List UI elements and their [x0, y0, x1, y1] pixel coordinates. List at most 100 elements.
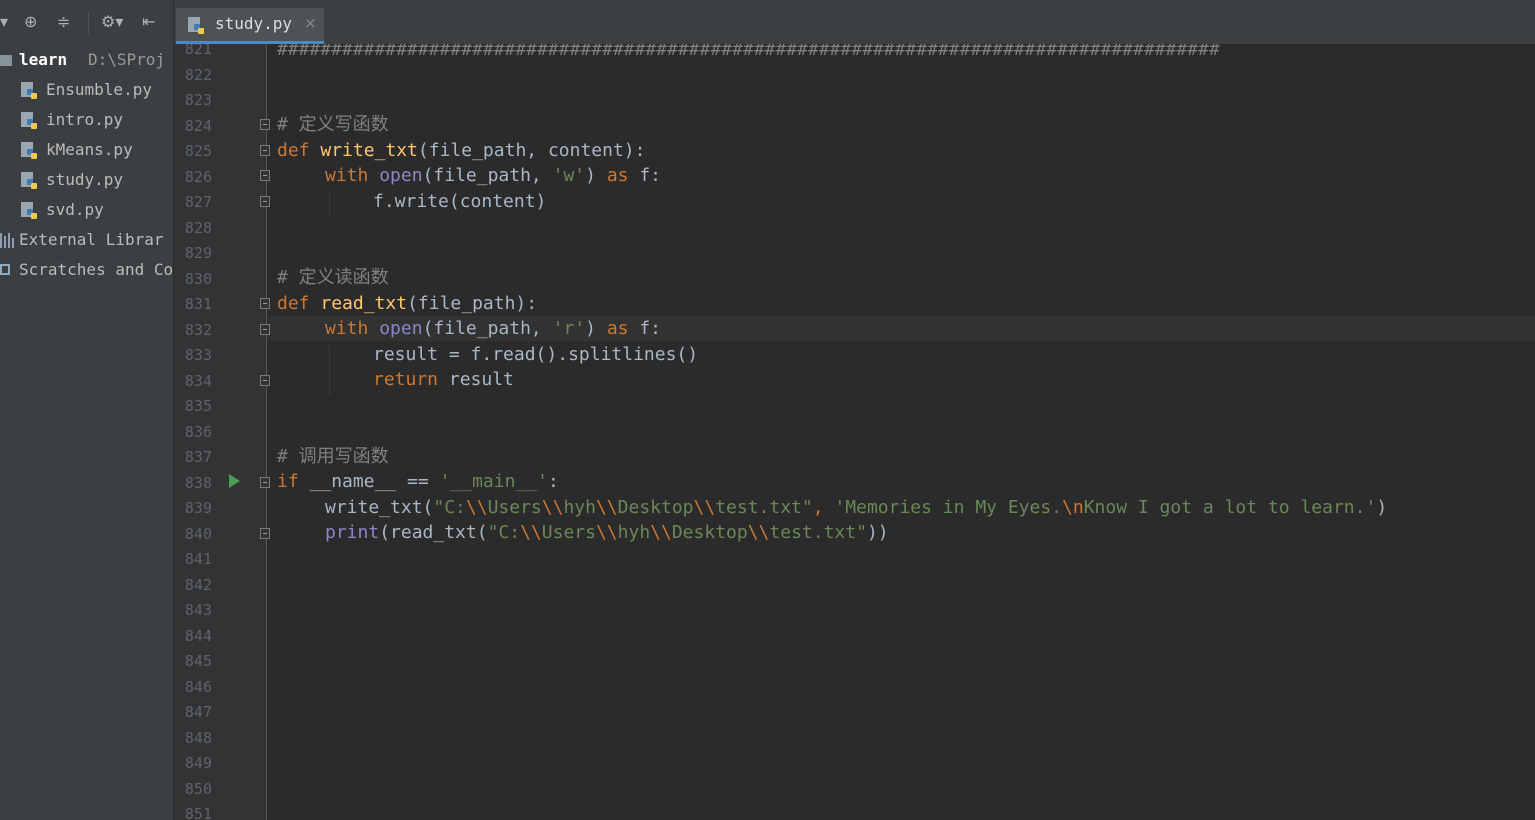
code-text: ) — [585, 165, 607, 186]
editor-tab-bar: study.py × — [174, 0, 1535, 45]
tree-scratches[interactable]: Scratches and Co — [0, 255, 173, 285]
hide-panel-icon[interactable]: ⇤ — [142, 12, 155, 32]
string-literal: hyh — [563, 497, 596, 518]
folder-icon — [0, 55, 12, 66]
indent-guide — [329, 345, 330, 395]
line-number: 825 — [184, 142, 212, 160]
tree-file-svd[interactable]: svd.py — [0, 195, 173, 225]
code-line-827: f.write(content) — [373, 189, 546, 214]
line-number: 844 — [184, 627, 212, 645]
fold-marker[interactable] — [260, 528, 270, 539]
code-line-840: print(read_txt("C:\\Users\\hyh\\Desktop\… — [325, 520, 889, 545]
fold-marker[interactable] — [260, 170, 270, 181]
code-text: (file_path, content): — [417, 140, 646, 161]
root-name: learn — [19, 50, 68, 69]
code-text: f: — [628, 165, 662, 186]
fold-marker[interactable] — [260, 298, 270, 309]
code-text: f.write(content) — [373, 191, 547, 212]
tree-file-ensumble[interactable]: Ensumble.py — [0, 75, 173, 105]
code-text: __name__ == — [298, 471, 440, 492]
keyword: return — [373, 369, 439, 390]
line-number: 849 — [184, 754, 212, 772]
code-text: (read_txt( — [379, 522, 488, 543]
comment-text: # 定义读函数 — [277, 267, 389, 288]
tab-study-py[interactable]: study.py × — [176, 8, 324, 44]
line-number: 842 — [184, 576, 212, 594]
line-number: 839 — [184, 499, 212, 517]
code-line-833: result = f.read().splitlines() — [373, 342, 698, 367]
line-number: 822 — [184, 66, 212, 84]
run-arrow-icon[interactable] — [229, 474, 240, 488]
code-line-834: return result — [373, 367, 514, 392]
string-literal: test.txt" — [715, 497, 813, 518]
escape-sequence: \\ — [595, 497, 618, 518]
fold-marker[interactable] — [260, 119, 270, 130]
file-label: svd.py — [46, 200, 104, 219]
fold-marker[interactable] — [260, 477, 270, 488]
fold-marker[interactable] — [260, 375, 270, 386]
string-literal: hyh — [617, 522, 651, 543]
line-number: 845 — [184, 652, 212, 670]
line-number: 836 — [184, 423, 212, 441]
string-literal: Users — [541, 522, 596, 543]
python-file-icon — [21, 142, 37, 159]
keyword: if — [277, 471, 299, 492]
string-literal: Desktop — [617, 497, 694, 518]
tree-file-study[interactable]: study.py — [0, 165, 173, 195]
code-line-839: write_txt("C:\\Users\\hyh\\Desktop\\test… — [325, 495, 1387, 520]
code-line-826: with open(file_path, 'w') as f: — [325, 163, 661, 188]
fold-marker[interactable] — [260, 324, 270, 335]
python-file-icon — [21, 112, 37, 129]
keyword: as — [606, 165, 629, 186]
escape-sequence: \\ — [747, 522, 770, 543]
collapse-all-icon[interactable]: ≑ — [57, 12, 70, 32]
tree-file-intro[interactable]: intro.py — [0, 105, 173, 135]
scratches-icon — [0, 264, 10, 275]
keyword: as — [606, 318, 629, 339]
keyword: with — [325, 318, 369, 339]
comment-text: # 定义写函数 — [277, 114, 389, 135]
fold-marker[interactable] — [260, 145, 270, 156]
line-number: 829 — [184, 244, 212, 262]
escape-sequence: \\ — [520, 522, 542, 543]
line-number: 838 — [184, 474, 212, 492]
toolbar-divider — [88, 12, 89, 34]
code-line-837: # 调用写函数 — [277, 444, 389, 469]
tree-root-learn[interactable]: learn D:\SProj — [0, 45, 173, 75]
locate-icon[interactable]: ⊕ — [24, 12, 37, 32]
python-file-icon — [21, 172, 37, 189]
keyword: with — [325, 165, 369, 186]
python-file-icon — [21, 202, 37, 219]
close-icon[interactable]: × — [304, 14, 317, 32]
line-number: 837 — [184, 448, 212, 466]
line-number: 826 — [184, 168, 212, 186]
code-text: , — [812, 497, 835, 518]
string-literal: 'Memories in My Eyes. — [834, 497, 1063, 518]
line-number: 833 — [184, 346, 212, 364]
project-tree: learn D:\SProj Ensumble.py intro.py kMea… — [0, 44, 174, 820]
line-number: 823 — [184, 91, 212, 109]
tree-external-libraries[interactable]: External Librar — [0, 225, 173, 255]
fold-marker[interactable] — [260, 196, 270, 207]
escape-sequence: \\ — [541, 497, 564, 518]
builtin: open — [379, 318, 423, 339]
code-editor[interactable]: 821 822 823 824 825 826 827 828 829 830 831 832 833 8… — [174, 44, 1535, 820]
dropdown-arrow-icon[interactable]: ▾ — [0, 12, 8, 32]
line-number: 850 — [184, 780, 212, 798]
code-text: result = f.read().splitlines() — [373, 344, 699, 365]
escape-sequence: \\ — [595, 522, 618, 543]
function-name: read_txt — [320, 293, 408, 314]
code-text: ) — [585, 318, 607, 339]
tree-file-kmeans[interactable]: kMeans.py — [0, 135, 173, 165]
code-line-830: # 定义读函数 — [277, 265, 389, 290]
code-text: (file_path, — [422, 318, 553, 339]
scratches-label: Scratches and Co — [19, 260, 173, 279]
code-text: write_txt( — [325, 497, 434, 518]
code-line-821: ########################################… — [277, 44, 1220, 62]
settings-gear-icon[interactable]: ⚙▾ — [101, 12, 123, 32]
string-literal: '__main__' — [439, 471, 548, 492]
code-text: )) — [866, 522, 889, 543]
code-line-831: def read_txt(file_path): — [277, 291, 537, 316]
file-label: intro.py — [46, 110, 124, 129]
line-number: 830 — [184, 270, 212, 288]
